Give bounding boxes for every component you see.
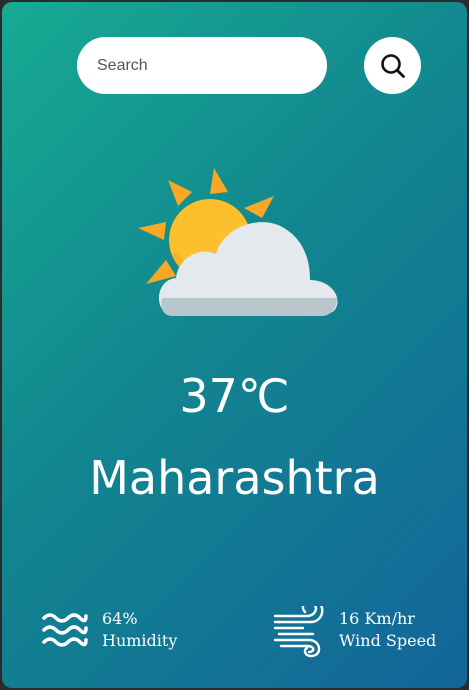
partly-cloudy-icon <box>138 168 338 316</box>
search-button[interactable] <box>364 37 421 94</box>
humidity-value: 64% <box>102 609 138 628</box>
humidity-stat: 64% Humidity <box>40 602 220 657</box>
temperature: 37℃ <box>179 369 290 423</box>
search-input[interactable] <box>77 37 327 94</box>
humidity-icon <box>42 613 88 647</box>
humidity-label: Humidity <box>102 631 178 650</box>
city-name: Maharashtra <box>89 451 380 505</box>
weather-card: 37℃ Maharashtra 64% Humidity <box>2 2 467 688</box>
search-icon <box>380 53 405 78</box>
wind-stat: 16 Km/hr Wind Speed <box>273 602 463 658</box>
wind-label: Wind Speed <box>339 631 437 650</box>
wind-value: 16 Km/hr <box>339 609 415 628</box>
search-bar <box>77 37 422 94</box>
wind-icon <box>273 606 324 658</box>
